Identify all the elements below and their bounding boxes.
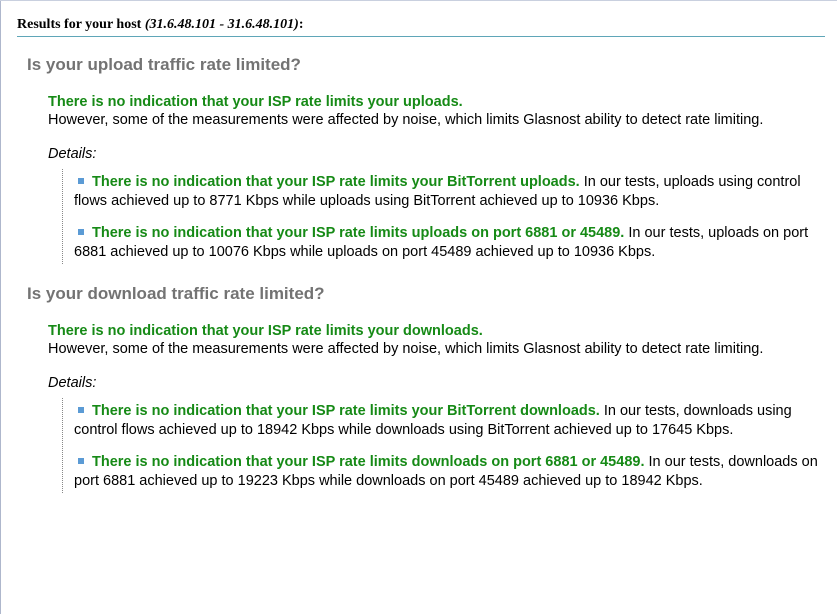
- results-header-prefix: Results for your host: [17, 17, 145, 32]
- download-detail-headline: There is no indication that your ISP rat…: [92, 454, 645, 470]
- download-summary-text: However, some of the measurements were a…: [48, 341, 764, 357]
- download-details-label: Details:: [48, 375, 97, 391]
- frame-top-border: [0, 0, 837, 1]
- upload-detail-headline: There is no indication that your ISP rat…: [92, 225, 625, 241]
- upload-details-label: Details:: [48, 146, 97, 162]
- download-summary: There is no indication that your ISP rat…: [48, 322, 827, 358]
- download-detail-headline: There is no indication that your ISP rat…: [92, 403, 600, 419]
- upload-section-title: Is your upload traffic rate limited?: [27, 55, 301, 74]
- upload-section: Is your upload traffic rate limited? The…: [27, 54, 827, 264]
- results-content: Is your upload traffic rate limited? The…: [27, 54, 827, 493]
- bullet-icon: [78, 458, 84, 465]
- upload-detail-item-bittorrent: There is no indication that your ISP rat…: [74, 173, 827, 211]
- upload-summary: There is no indication that your ISP rat…: [48, 93, 827, 129]
- upload-summary-text: However, some of the measurements were a…: [48, 112, 764, 128]
- download-details-list: There is no indication that your ISP rat…: [62, 398, 827, 493]
- upload-detail-headline: There is no indication that your ISP rat…: [92, 174, 580, 190]
- bullet-icon: [78, 407, 84, 414]
- download-detail-item-bittorrent: There is no indication that your ISP rat…: [74, 402, 827, 440]
- results-header-host: (31.6.48.101 - 31.6.48.101): [144, 17, 299, 32]
- download-detail-item-ports: There is no indication that your ISP rat…: [74, 453, 827, 491]
- download-section-title: Is your download traffic rate limited?: [27, 284, 325, 303]
- download-section: Is your download traffic rate limited? T…: [27, 283, 827, 493]
- upload-detail-item-ports: There is no indication that your ISP rat…: [74, 224, 827, 262]
- download-summary-headline: There is no indication that your ISP rat…: [48, 323, 483, 339]
- bullet-icon: [78, 178, 84, 185]
- results-header-suffix: :: [298, 17, 304, 32]
- upload-summary-headline: There is no indication that your ISP rat…: [48, 94, 463, 110]
- bullet-icon: [78, 229, 84, 236]
- upload-details-list: There is no indication that your ISP rat…: [62, 169, 827, 264]
- results-header: Results for your host (31.6.48.101 - 31.…: [17, 16, 825, 37]
- frame-left-border: [0, 0, 1, 614]
